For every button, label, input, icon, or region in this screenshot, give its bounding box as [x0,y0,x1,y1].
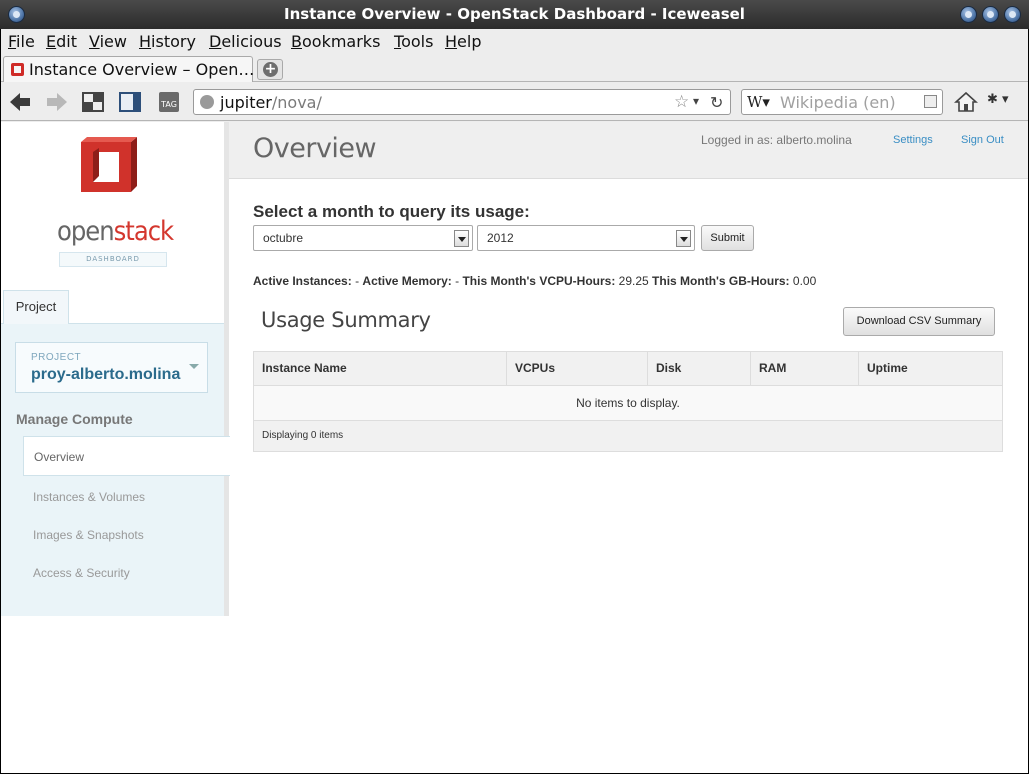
usage-query-title: Select a month to query its usage: [253,202,530,221]
bookmark-star-icon[interactable]: ☆ [674,92,689,112]
usage-table: Instance Name VCPUs Disk RAM Uptime No i… [253,351,1003,452]
column-disk[interactable]: Disk [648,352,751,385]
section-title-manage-compute: Manage Compute [16,411,133,427]
navigation-toolbar: TAG jupiter/nova/ ☆ ▾ ↻ W▾ Wikipedia (en… [1,83,1028,121]
dropdown-arrow-icon [676,230,691,247]
maximize-button[interactable] [982,6,999,23]
url-text: jupiter/nova/ [220,93,322,112]
browser-tab[interactable]: Instance Overview – Open… [3,56,255,82]
back-arrow-icon[interactable] [8,91,32,113]
download-csv-button[interactable]: Download CSV Summary [843,307,995,336]
new-tab-button[interactable]: + [257,59,283,80]
openstack-favicon-icon [11,63,24,76]
sidebar-panel: PROJECT proy-alberto.molina Manage Compu… [1,324,230,616]
web-page: openstack DASHBOARD Project PROJECT proy… [1,122,1028,773]
search-go-icon[interactable] [924,95,937,108]
addon-menu-icon[interactable]: ✱ ▾ [987,92,1023,112]
gb-hours-label: This Month's GB-Hours: [652,274,790,288]
settings-link[interactable]: Settings [893,134,933,146]
column-uptime[interactable]: Uptime [859,352,1002,385]
gb-hours-value: 0.00 [792,274,817,288]
openstack-logo[interactable]: openstack DASHBOARD [57,134,174,267]
minimize-button[interactable] [960,6,977,23]
sidebar-tabs: Project [1,290,224,325]
window-titlebar: Instance Overview - OpenStack Dashboard … [0,0,1029,29]
chevron-down-icon [189,364,199,369]
table-empty-row: No items to display. [254,386,1002,421]
openstack-cube-icon [81,137,137,192]
forward-arrow-icon[interactable] [45,91,69,113]
site-identity-icon[interactable] [200,95,214,109]
menu-bar: File Edit View History Delicious Bookmar… [1,29,1028,55]
active-memory-value: - [455,274,460,288]
usage-stats: Active Instances: - Active Memory: - Thi… [253,274,816,288]
month-select[interactable]: octubre [253,225,473,251]
vcpu-hours-value: 29.25 [618,274,649,288]
menu-file[interactable]: File [8,32,35,51]
history-dropdown-icon[interactable]: ▾ [693,94,699,108]
column-ram[interactable]: RAM [751,352,859,385]
url-bar[interactable]: jupiter/nova/ ☆ ▾ ↻ [193,89,731,115]
reload-icon[interactable]: ↻ [710,93,723,112]
active-instances-label: Active Instances: [253,274,352,288]
column-instance-name[interactable]: Instance Name [254,352,507,385]
search-input[interactable]: Wikipedia (en) [780,93,896,112]
table-header: Instance Name VCPUs Disk RAM Uptime [254,352,1002,386]
project-label: PROJECT [31,352,82,363]
delicious-bookmark-icon[interactable] [118,91,142,113]
home-icon[interactable] [954,90,978,114]
vcpu-hours-label: This Month's VCPU-Hours: [462,274,616,288]
logo-dashboard-label: DASHBOARD [59,252,167,267]
submit-button[interactable]: Submit [701,225,754,251]
menu-bookmarks[interactable]: Bookmarks [291,32,380,51]
menu-tools[interactable]: Tools [394,32,433,51]
sidebar-item-access-security[interactable]: Access & Security [23,553,230,593]
menu-edit[interactable]: Edit [46,32,77,51]
year-select[interactable]: 2012 [477,225,695,251]
sidebar: openstack DASHBOARD Project PROJECT proy… [1,122,230,616]
tab-project[interactable]: Project [3,290,69,325]
sidebar-item-overview[interactable]: Overview [23,436,230,476]
menu-history[interactable]: History [139,32,196,51]
logged-in-user: Logged in as: alberto.molina [701,133,852,147]
tag-icon[interactable]: TAG [157,90,181,114]
menu-delicious[interactable]: Delicious [209,32,282,51]
usage-summary-title: Usage Summary [261,308,431,332]
active-memory-label: Active Memory: [362,274,452,288]
project-name: proy-alberto.molina [31,366,181,383]
project-selector[interactable]: PROJECT proy-alberto.molina [15,342,208,393]
year-select-value: 2012 [487,231,514,245]
logo-wordmark: openstack [57,216,174,247]
bookmark-toolbar-icon[interactable] [81,91,105,113]
window-title: Instance Overview - OpenStack Dashboard … [284,5,745,23]
tab-label: Instance Overview – Open… [29,60,255,79]
menu-help[interactable]: Help [445,32,481,51]
table-footer: Displaying 0 items [254,421,1002,451]
dropdown-arrow-icon [454,230,469,247]
close-button[interactable] [1004,6,1021,23]
search-bar[interactable]: W▾ Wikipedia (en) [741,89,943,115]
plus-icon: + [263,61,278,77]
page-title: Overview [253,133,377,164]
active-instances-value: - [355,274,360,288]
column-vcpus[interactable]: VCPUs [507,352,648,385]
month-select-value: octubre [263,231,304,245]
search-engine-icon[interactable]: W▾ [747,93,770,111]
tab-strip: Instance Overview – Open… + [1,55,1028,82]
sign-out-link[interactable]: Sign Out [961,134,1004,146]
browser-window: File Edit View History Delicious Bookmar… [1,29,1028,773]
sidebar-item-images-snapshots[interactable]: Images & Snapshots [23,515,230,555]
menu-view[interactable]: View [89,32,127,51]
sidebar-item-instances-volumes[interactable]: Instances & Volumes [23,477,230,517]
svg-text:TAG: TAG [160,100,177,109]
page-header: Overview Logged in as: alberto.molina Se… [229,122,1028,179]
